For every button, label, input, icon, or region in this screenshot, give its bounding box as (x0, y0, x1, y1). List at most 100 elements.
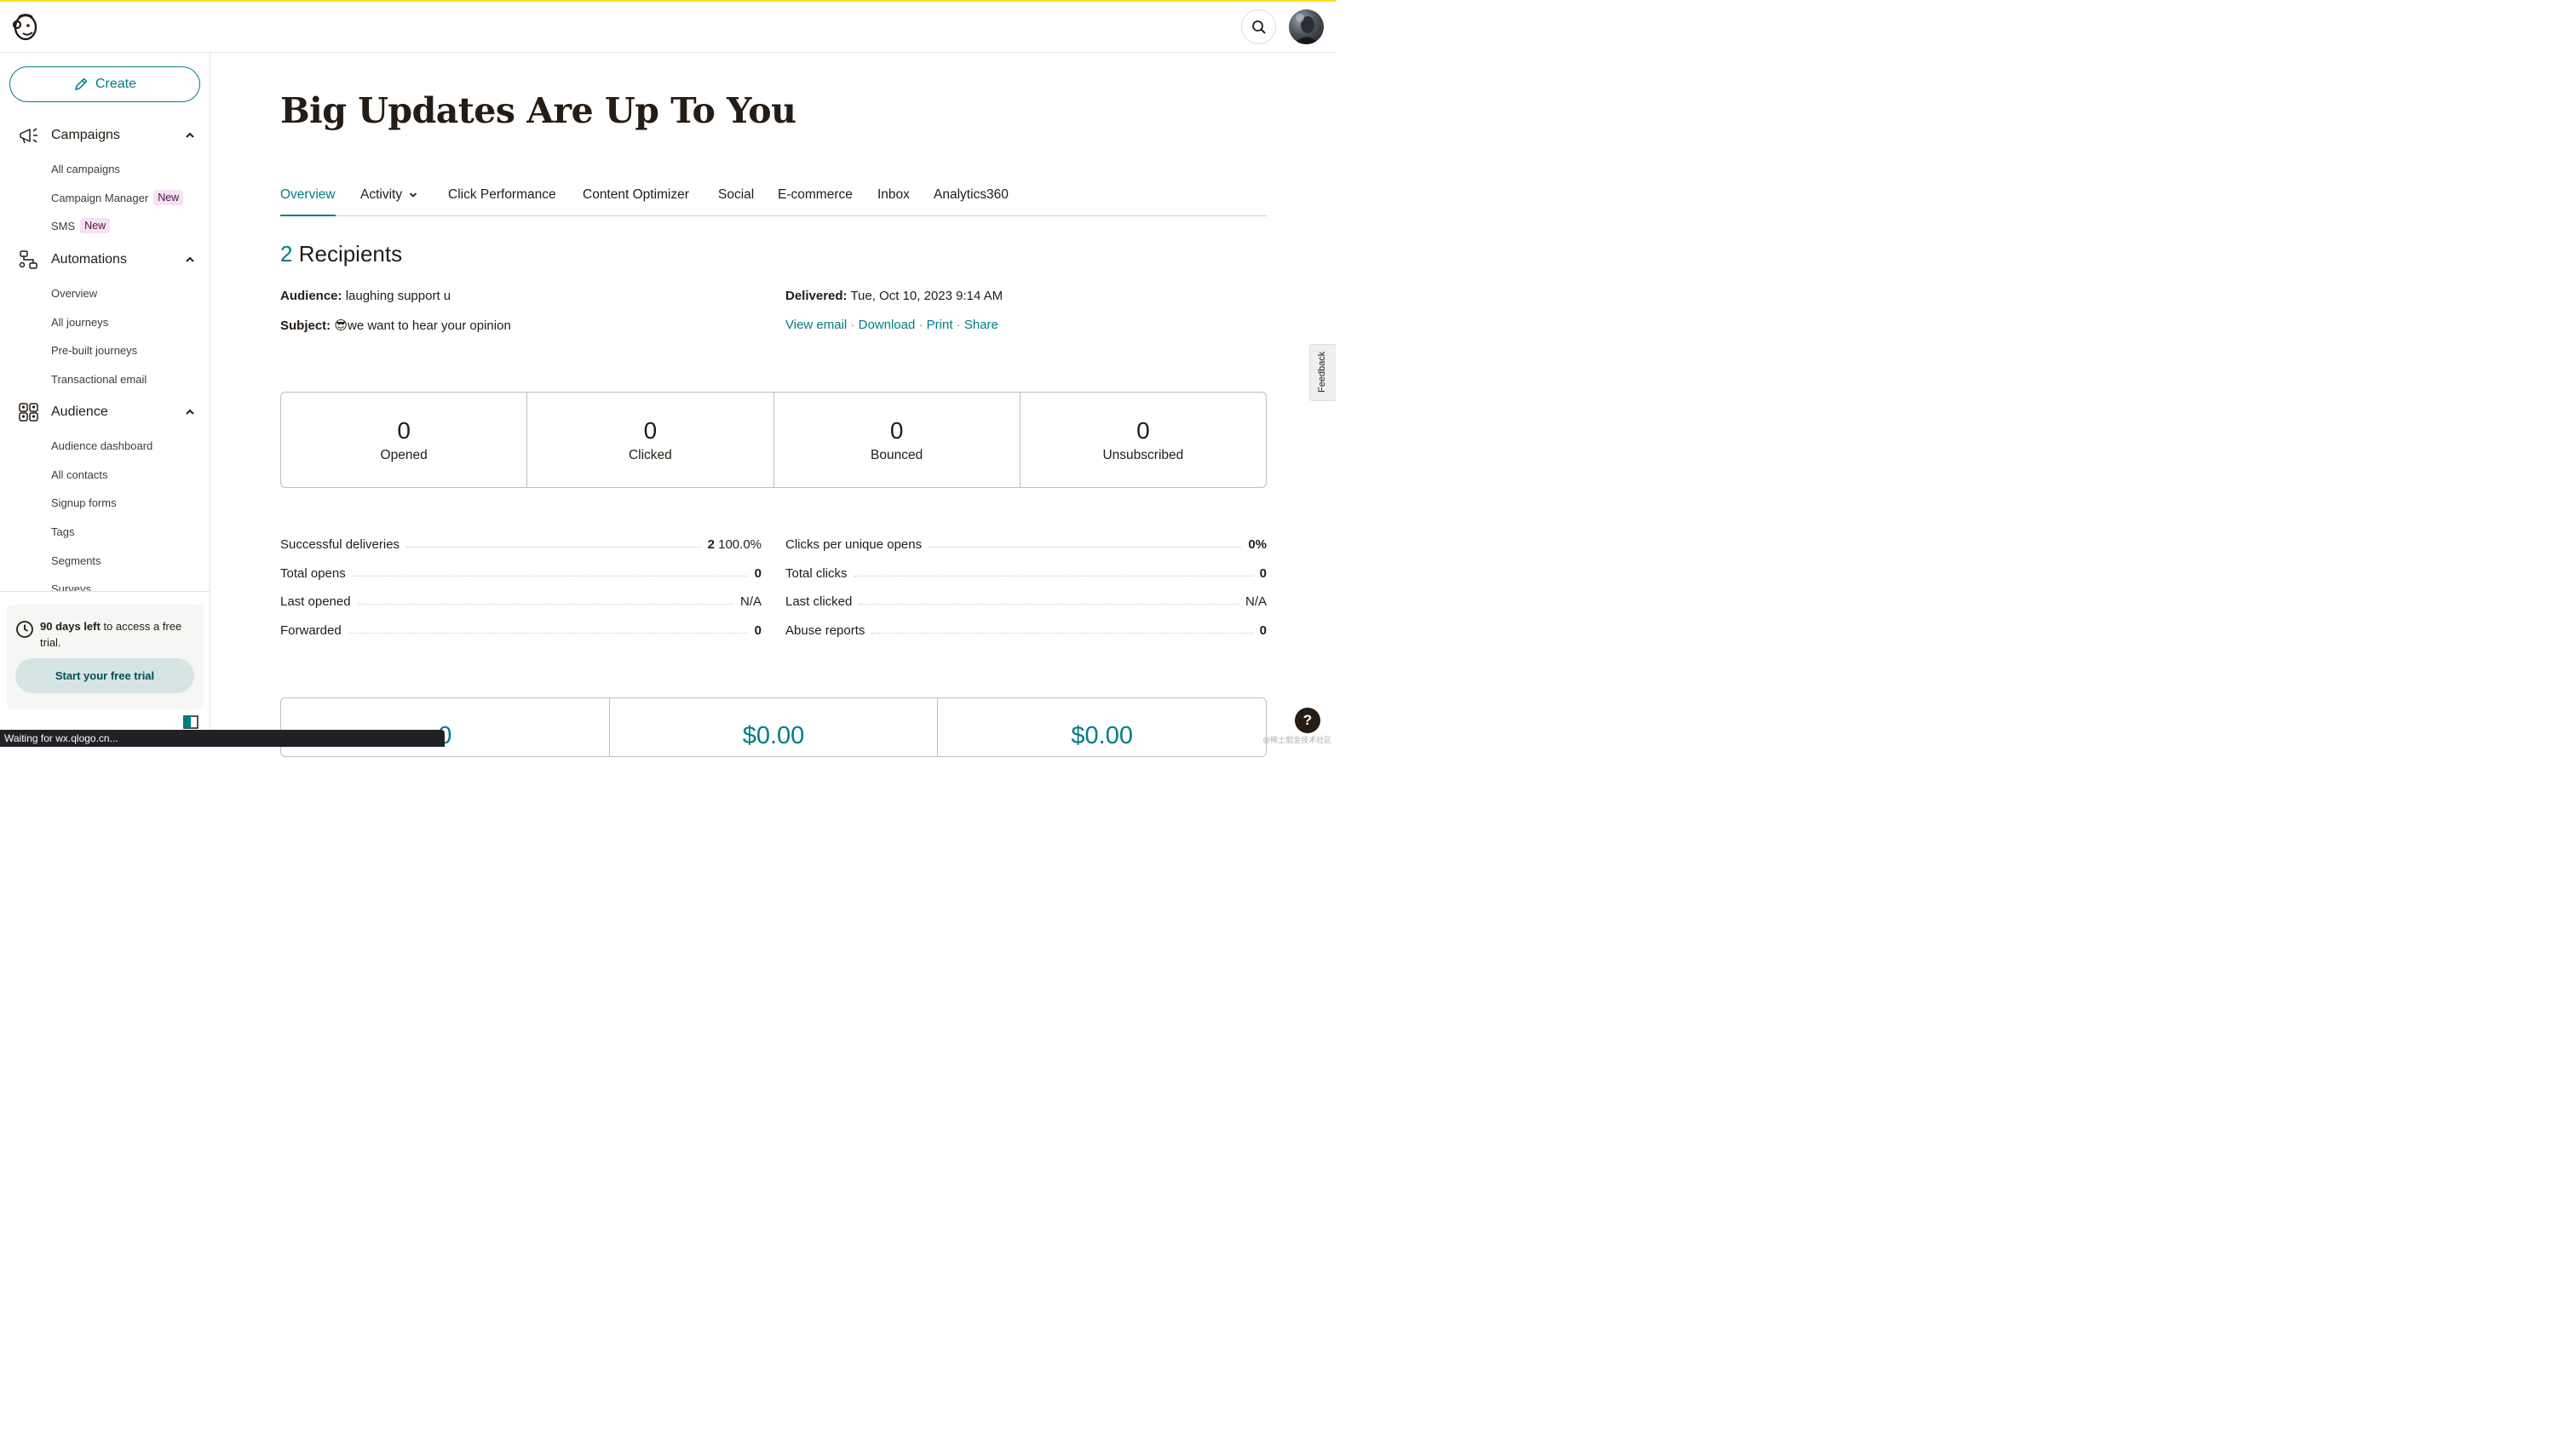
sidebar-item-label: Audience dashboard (51, 439, 153, 452)
recipients-label: Recipients (298, 241, 403, 267)
sidebar-item-campaign-manager[interactable]: Campaign Manager New (51, 187, 184, 208)
email-actions: View email · Download · Print · Share (785, 318, 998, 332)
chevron-up-icon[interactable] (184, 406, 196, 418)
create-button[interactable]: Create (9, 66, 200, 102)
sidebar-item-label: Overview (51, 286, 98, 300)
detail-key: Successful deliveries (280, 537, 400, 553)
recipients-count: 2 (280, 241, 293, 267)
sidebar-item-transactional-email[interactable]: Transactional email (51, 369, 147, 389)
clock-icon (16, 621, 33, 638)
tab-activity[interactable]: Activity (360, 187, 417, 203)
detail-key: Last clicked (785, 594, 853, 610)
tab-overview[interactable]: Overview (280, 187, 336, 216)
details-left: Successful deliveries 2 100.0% Total ope… (280, 531, 762, 645)
trial-text: 90 days left to access a free trial. (40, 618, 193, 651)
tab-analytics360[interactable]: Analytics360 (934, 187, 1009, 203)
sidebar-item-sms[interactable]: SMS New (51, 215, 111, 236)
sidebar-item-surveys[interactable]: Surveys (51, 579, 91, 591)
sidebar-item-audience-dashboard[interactable]: Audience dashboard (51, 435, 152, 456)
tab-label: Activity (360, 187, 403, 202)
audience-icon (19, 403, 38, 422)
start-free-trial-button[interactable]: Start your free trial (15, 658, 194, 693)
chevron-up-icon[interactable] (184, 129, 196, 141)
stat-opened: 0 Opened (281, 393, 528, 487)
user-avatar[interactable] (1289, 9, 1324, 44)
nav-section-campaigns[interactable]: Campaigns (0, 120, 210, 151)
dotted-leader (357, 604, 733, 605)
sidebar-item-label: Surveys (51, 582, 91, 591)
stat-label: Bounced (871, 447, 923, 462)
dotted-leader (406, 547, 701, 548)
detail-key: Last opened (280, 594, 351, 610)
detail-value-bold: 0 (754, 565, 762, 581)
stat-clicked: 0 Clicked (527, 393, 774, 487)
watermark: @稀土掘金技术社区 (1262, 736, 1332, 744)
sunglasses-emoji-icon: 😎 (334, 318, 348, 333)
revenue-value: $0.00 (1071, 722, 1133, 749)
detail-value: N/A (1245, 594, 1267, 610)
tab-content-optimizer[interactable]: Content Optimizer (583, 187, 689, 203)
sidebar-item-automations-overview[interactable]: Overview (51, 283, 97, 303)
stat-value: 0 (889, 416, 904, 444)
detail-value: 0 (1253, 623, 1267, 638)
sidebar-item-label: SMS (51, 219, 76, 232)
nav-section-audience[interactable]: Audience (0, 397, 210, 427)
chevron-up-icon[interactable] (184, 254, 196, 266)
revenue-cell: $0.00 (938, 698, 1266, 756)
sidebar-item-tags[interactable]: Tags (51, 521, 74, 542)
dotted-leader (348, 632, 748, 634)
sidebar-item-signup-forms[interactable]: Signup forms (51, 492, 117, 513)
share-link[interactable]: Share (964, 318, 998, 332)
audience-label: Audience: (280, 289, 342, 303)
stat-label: Clicked (628, 447, 672, 462)
nav-section-automations[interactable]: Automations (0, 244, 210, 275)
sidebar-item-pre-built-journeys[interactable]: Pre-built journeys (51, 340, 137, 360)
sidebar-item-label: Transactional email (51, 372, 147, 386)
detail-key: Clicks per unique opens (785, 537, 923, 553)
stat-value: 0 (1136, 416, 1150, 444)
detail-row: Clicks per unique opens 0% (785, 531, 1267, 559)
new-badge: New (80, 218, 111, 233)
view-email-link[interactable]: View email (785, 318, 847, 332)
sidebar-item-all-campaigns[interactable]: All campaigns (51, 158, 120, 179)
sidebar-item-label: All contacts (51, 468, 108, 481)
sidebar-item-all-journeys[interactable]: All journeys (51, 312, 108, 332)
detail-value: 0 (748, 566, 762, 581)
chevron-down-icon (409, 192, 417, 198)
tab-social[interactable]: Social (718, 187, 754, 203)
megaphone-icon (20, 128, 37, 144)
sidebar-divider (0, 591, 210, 592)
revenue-cell: $0.00 (610, 698, 939, 756)
feedback-tab[interactable]: Feedback (1309, 344, 1336, 401)
detail-value-bold: 2 (707, 537, 715, 553)
automation-flow-icon (19, 250, 37, 269)
feedback-label: Feedback (1317, 351, 1327, 393)
tab-click-performance[interactable]: Click Performance (448, 187, 556, 203)
print-link[interactable]: Print (927, 318, 953, 332)
detail-row: Abuse reports 0 (785, 617, 1267, 645)
detail-row: Total clicks 0 (785, 559, 1267, 588)
sidebar-item-segments[interactable]: Segments (51, 550, 101, 571)
help-button[interactable]: ? (1295, 708, 1320, 733)
download-link[interactable]: Download (859, 318, 916, 332)
collapse-sidebar-icon[interactable] (183, 715, 198, 729)
detail-value: 0% (1241, 537, 1267, 552)
detail-value-extra: 100.0% (718, 537, 762, 553)
trial-days-left: 90 days left (40, 620, 101, 633)
browser-status-bar: Waiting for wx.qlogo.cn... (0, 730, 445, 747)
tab-label: Inbox (877, 187, 910, 202)
create-button-label: Create (95, 77, 137, 91)
pencil-icon (74, 77, 88, 91)
detail-row: Forwarded 0 (280, 617, 762, 645)
tab-inbox[interactable]: Inbox (877, 187, 910, 203)
sidebar-item-all-contacts[interactable]: All contacts (51, 464, 107, 485)
nav-section-label: Automations (51, 252, 127, 267)
stat-label: Opened (380, 447, 428, 462)
tab-e-commerce[interactable]: E-commerce (778, 187, 853, 203)
search-button[interactable] (1241, 9, 1276, 44)
delivered-line: Delivered: Tue, Oct 10, 2023 9:14 AM (785, 289, 1003, 303)
tab-label: Analytics360 (934, 187, 1009, 202)
detail-value-bold: 0 (1259, 565, 1267, 581)
dotted-leader (352, 575, 748, 577)
mailchimp-logo-icon[interactable] (10, 12, 41, 43)
